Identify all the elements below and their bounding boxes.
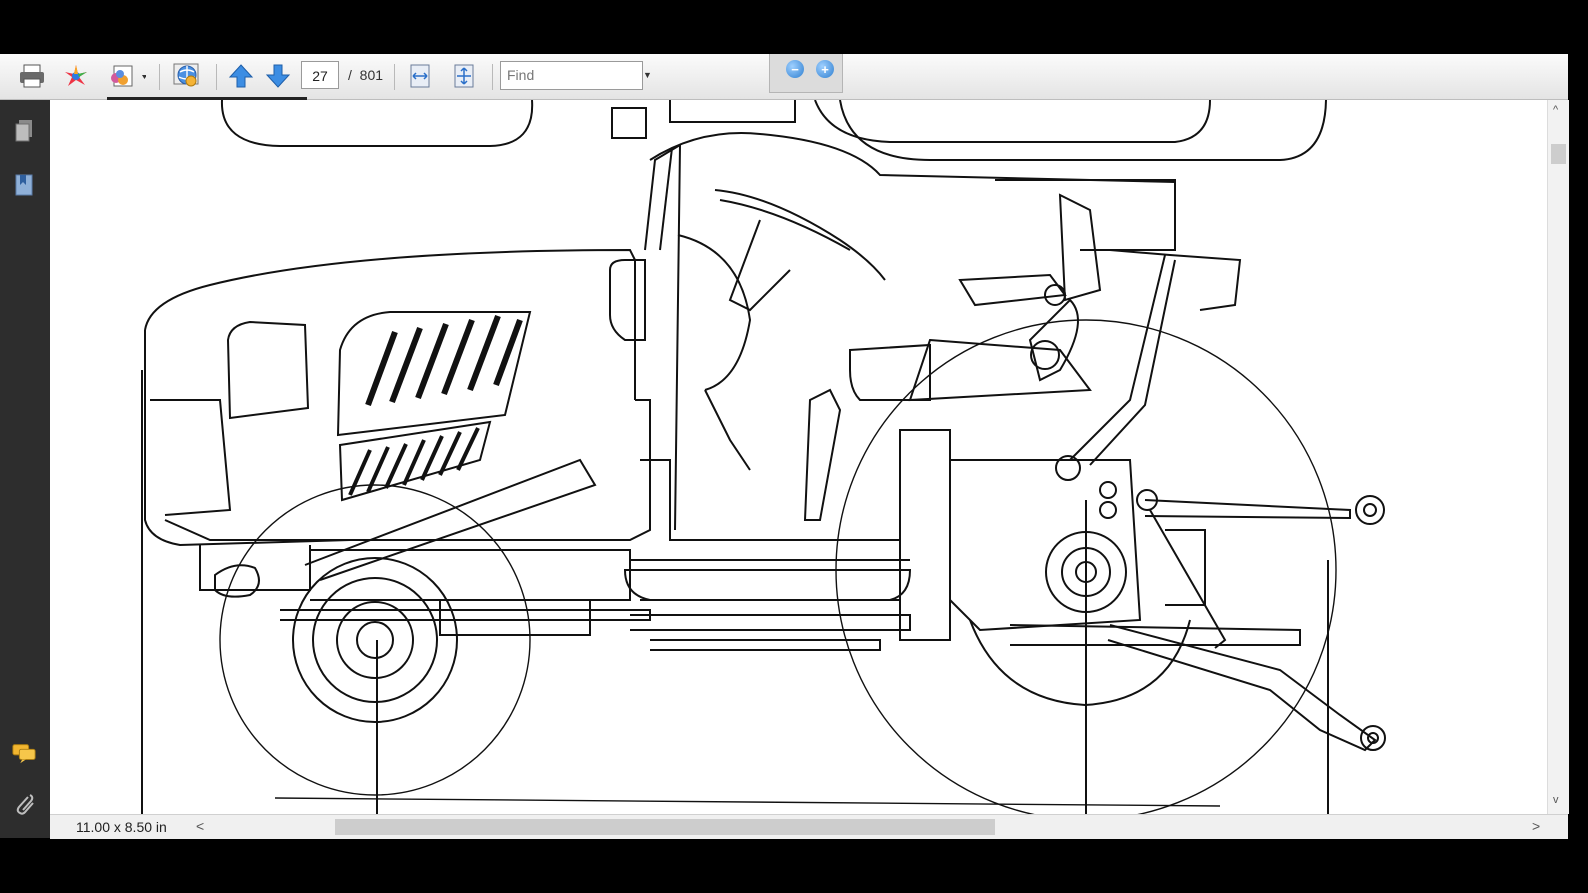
pages-icon[interactable] — [11, 118, 37, 144]
navigation-pane — [0, 100, 50, 838]
vertical-scroll-thumb[interactable] — [1551, 144, 1566, 164]
arrow-down-icon[interactable] — [262, 61, 294, 91]
toolbar-separator — [492, 64, 493, 90]
zoom-out-icon[interactable]: − — [786, 60, 804, 78]
pdf-viewer-window: 27 / 801 Find ▼ − + ^ v 11.00 x 8.50 in … — [0, 54, 1569, 839]
page-number-input[interactable]: 27 — [301, 61, 339, 89]
page-size-label: 11.00 x 8.50 in — [76, 819, 167, 835]
find-dropdown-icon[interactable]: ▼ — [643, 70, 652, 80]
scroll-left-icon[interactable]: < — [196, 818, 204, 834]
page-count: 801 — [359, 67, 384, 83]
web-globe-icon[interactable] — [168, 61, 206, 91]
toolbar: 27 / 801 Find ▼ − + — [0, 54, 1568, 100]
toolbar-separator — [216, 64, 217, 90]
attachments-icon[interactable] — [11, 792, 37, 818]
comments-icon[interactable] — [11, 740, 37, 766]
toolbar-separator — [159, 64, 160, 90]
arrow-up-icon[interactable] — [225, 61, 257, 91]
page-total: / 801 — [348, 67, 383, 83]
scroll-up-icon[interactable]: ^ — [1553, 104, 1558, 116]
zoom-in-icon[interactable]: + — [816, 60, 834, 78]
page-separator: / — [348, 67, 352, 83]
document-page[interactable] — [50, 100, 1547, 814]
vertical-scrollbar[interactable]: ^ v — [1547, 100, 1569, 814]
horizontal-scrollbar[interactable]: < > — [190, 818, 1545, 836]
colorful-star-icon[interactable] — [60, 61, 92, 91]
bookmarks-icon[interactable] — [11, 172, 37, 198]
print-icon[interactable] — [16, 61, 48, 91]
status-bar: 11.00 x 8.50 in < > — [50, 814, 1568, 839]
zoom-controls: − + — [769, 54, 843, 93]
share-icon[interactable] — [104, 61, 148, 91]
tractor-drawing — [141, 100, 1386, 814]
find-input[interactable]: Find — [500, 61, 643, 90]
scroll-down-icon[interactable]: v — [1553, 794, 1559, 806]
toolbar-separator — [394, 64, 395, 90]
scroll-right-icon[interactable]: > — [1532, 818, 1540, 834]
horizontal-scroll-thumb[interactable] — [335, 819, 995, 835]
fit-page-icon[interactable] — [448, 61, 480, 91]
fit-width-icon[interactable] — [404, 61, 436, 91]
